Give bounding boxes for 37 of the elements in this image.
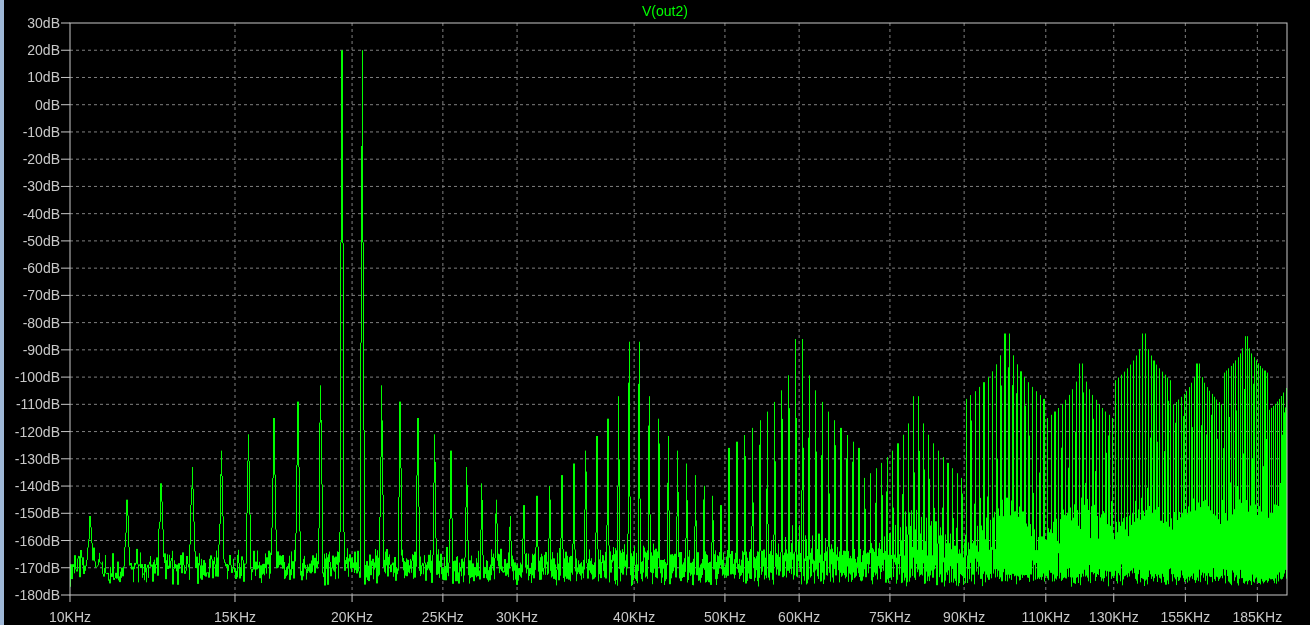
x-axis-label: 60KHz [778, 609, 821, 625]
x-axis-label: 155KHz [1160, 609, 1211, 625]
x-axis-label: 30KHz [496, 609, 539, 625]
x-axis-label: 130KHz [1088, 609, 1139, 625]
x-axis-label: 50KHz [703, 609, 746, 625]
x-axis-label: 10KHz [49, 609, 91, 625]
x-axis-label: 90KHz [943, 609, 986, 625]
trace-title[interactable]: V(out2) [642, 3, 688, 19]
y-axis-label: -70dB [22, 287, 60, 304]
y-axis-label: 10dB [27, 69, 60, 86]
y-axis-label: -100dB [14, 369, 60, 386]
y-axis-label: -10dB [22, 123, 60, 140]
x-axis-label: 40KHz [613, 609, 656, 625]
y-axis-label: -80dB [22, 314, 60, 331]
y-axis-label: -40dB [22, 205, 60, 222]
y-axis-label: -90dB [22, 341, 60, 358]
y-axis-label: 20dB [27, 42, 60, 59]
x-axis-label: 20KHz [331, 609, 374, 625]
y-axis-label: -60dB [22, 260, 60, 277]
x-axis-label: 110KHz [1021, 609, 1071, 625]
y-axis-label: -30dB [22, 178, 60, 195]
x-axis-label: 75KHz [868, 609, 911, 625]
y-axis-label: 30dB [27, 15, 60, 31]
y-axis-label: -120dB [14, 423, 60, 440]
y-axis-label: -150dB [14, 505, 60, 522]
x-axis-label: 185KHz [1232, 609, 1283, 625]
y-axis-label: 0dB [35, 96, 60, 113]
y-axis-label: -160dB [14, 532, 60, 549]
y-axis-label: -130dB [14, 450, 60, 467]
y-axis-label: -170dB [14, 559, 60, 576]
x-axis-label: 15KHz [214, 609, 256, 625]
y-axis-label: -140dB [14, 478, 60, 495]
x-axis-label: 25KHz [421, 609, 464, 625]
y-axis-label: -50dB [22, 232, 60, 249]
y-axis-label: -110dB [15, 396, 60, 413]
y-axis-label: -20dB [22, 151, 60, 168]
y-axis-label: -180dB [14, 587, 60, 603]
